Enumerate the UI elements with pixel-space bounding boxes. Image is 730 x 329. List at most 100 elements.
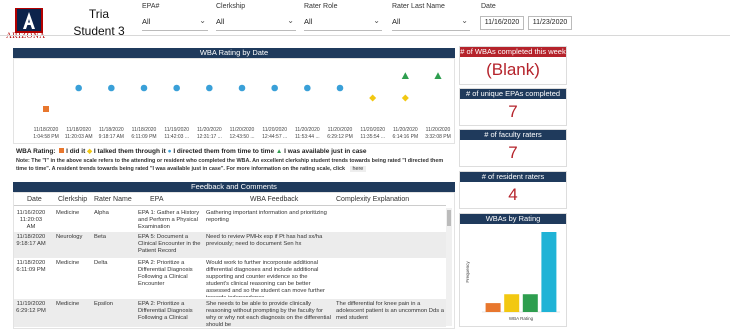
cell-rater: Epsilon	[94, 301, 114, 307]
chart-title: WBA Rating by Date	[13, 48, 455, 58]
col-header: WBA Feedback	[250, 196, 299, 203]
table-row[interactable]: 11/18/2020 9:18:17 AM Neurology Beta EPA…	[14, 232, 446, 258]
x-tick-label: 11:42:03 ...	[164, 134, 189, 140]
x-axis-label: WBA Rating	[509, 316, 534, 321]
date-end-input[interactable]: 11/23/2020	[528, 16, 572, 30]
cell-date: 11/18/2020 9:18:17 AM	[16, 234, 46, 247]
student-first-name: Tria	[88, 7, 110, 21]
bar-chart: WBA Rating Frequency	[465, 232, 560, 321]
kpi-title: # of resident raters	[460, 172, 566, 182]
x-tick-label: 11/20/2020	[360, 127, 385, 133]
data-point-circle	[238, 84, 246, 92]
filter-select[interactable]: All ⌄	[304, 16, 382, 31]
kpi-card-resident-raters: # of resident raters 4	[459, 171, 567, 209]
data-point-circle	[140, 84, 148, 92]
x-tick-label: 1:04:58 PM	[33, 134, 59, 140]
x-tick-label: 11/19/2020	[164, 127, 189, 133]
chevron-down-icon: ⌄	[287, 16, 294, 25]
triangle-icon: ▲	[275, 148, 283, 155]
x-tick-label: 6:14:16 PM	[393, 134, 419, 140]
cell-feedback: She needs to be able to provide clinical…	[206, 301, 331, 327]
header-separator	[14, 205, 446, 206]
data-point-triangle	[401, 72, 409, 79]
data-point-triangle	[434, 72, 442, 79]
cell-date: 11/18/2020 6:11:09 PM	[16, 260, 46, 273]
filter-label: EPA#	[142, 3, 160, 10]
x-tick-label: 11/20/2020	[393, 127, 418, 133]
note-link[interactable]: here	[349, 166, 367, 172]
chevron-down-icon: ⌄	[373, 16, 380, 25]
bar	[522, 294, 538, 312]
feedback-title: Feedback and Comments	[13, 182, 455, 192]
kpi-value: (Blank)	[486, 60, 540, 79]
x-tick-label: 11/18/2020	[66, 127, 91, 133]
x-tick-label: 11/18/2020	[34, 127, 59, 133]
filter-select[interactable]: All ⌄	[142, 16, 208, 31]
data-point-circle	[336, 84, 344, 92]
kpi-card-wbas-week: # of WBAs completed this week (Blank)	[459, 46, 567, 85]
x-tick-label: 11/20/2020	[328, 127, 353, 133]
cell-date: 11/16/2020 11:20:03 AM	[16, 210, 46, 230]
x-tick-label: 11/20/2020	[262, 127, 287, 133]
x-tick-label: 11/20/2020	[426, 127, 451, 133]
cell-epa: EPA 1: Gather a History and Perform a Ph…	[138, 210, 200, 230]
cell-complexity: The differential for knee pain in a adol…	[336, 301, 444, 321]
x-tick-label: 11/20/2020	[197, 127, 222, 133]
x-tick-label: 12:31:17 ...	[197, 134, 222, 140]
cell-rater: Delta	[94, 260, 108, 266]
x-tick-label: 3:32:08 PM	[425, 134, 451, 140]
scatter-chart: 11/18/2020 1:04:58 PM 11/18/2020 11:20:03 A…	[13, 58, 455, 144]
date-filter-label: Date	[481, 3, 496, 10]
date-start-input[interactable]: 11/16/2020	[480, 16, 524, 30]
filter-rater-role[interactable]: Rater Role All ⌄	[304, 3, 382, 33]
kpi-title: # of unique EPAs completed	[460, 89, 566, 99]
cell-clerkship: Medicine	[56, 260, 80, 266]
x-tick-label: 11:35:54 ...	[360, 134, 385, 140]
circle-icon: ●	[167, 148, 172, 155]
filter-rater-last-name[interactable]: Rater Last Name All ⌄	[392, 3, 470, 33]
legend-item-label: I did it	[66, 148, 86, 155]
kpi-card-faculty-raters: # of faculty raters 7	[459, 129, 567, 167]
kpi-title: # of faculty raters	[460, 130, 566, 140]
x-tick-label: 11/18/2020	[132, 127, 157, 133]
filter-clerkship[interactable]: Clerkship All ⌄	[216, 3, 296, 33]
filter-epa[interactable]: EPA# All ⌄	[142, 3, 208, 33]
filter-select[interactable]: All ⌄	[216, 16, 296, 31]
cell-epa: EPA 2: Prioritize a Differential Diagnos…	[138, 260, 193, 287]
diamond-icon: ◆	[87, 148, 93, 155]
data-point-circle	[304, 84, 311, 92]
filter-select[interactable]: All ⌄	[392, 16, 470, 31]
data-point-circle	[206, 84, 213, 92]
data-point-diamond	[401, 94, 409, 102]
col-header: EPA	[150, 196, 164, 203]
cell-clerkship: Neurology	[56, 234, 83, 240]
filter-label: Rater Last Name	[392, 3, 445, 10]
legend-item-label: I was available just in case	[284, 148, 367, 155]
cell-clerkship: Medicine	[56, 301, 80, 307]
cell-feedback: Need to review PMHx esp if Pt has had sx…	[206, 234, 323, 247]
data-point-circle	[173, 84, 180, 92]
chevron-down-icon: ⌄	[461, 16, 468, 25]
bar	[485, 303, 501, 312]
table-row[interactable]: 11/16/2020 11:20:03 AM Medicine Alpha EP…	[14, 208, 446, 232]
data-point-diamond	[369, 94, 377, 102]
table-row[interactable]: 11/19/2020 6:29:12 PM Medicine Epsilon E…	[14, 299, 446, 327]
cell-rater: Alpha	[94, 210, 109, 216]
data-point-circle	[108, 84, 115, 92]
x-tick-label: 12:43:50 ...	[229, 134, 254, 140]
legend-item-label: I directed them from time to time	[173, 148, 275, 155]
table-row[interactable]: 11/18/2020 6:11:09 PM Medicine Delta EPA…	[14, 258, 446, 298]
scrollbar-thumb[interactable]	[447, 210, 451, 226]
legend-prefix: WBA Rating:	[16, 148, 56, 155]
table-scrollbar[interactable]	[446, 208, 452, 326]
col-header: Date	[27, 196, 42, 203]
kpi-value: 7	[508, 102, 518, 121]
kpi-value: 4	[508, 185, 518, 204]
note-text: Note: The "I" in the above scale refers …	[16, 158, 444, 172]
data-point-circle	[271, 84, 278, 92]
bar-chart-title: WBAs by Rating	[460, 214, 566, 224]
cell-feedback: Would work to further incorporate additi…	[206, 260, 325, 297]
bar	[541, 232, 557, 312]
x-tick-label: 11/20/2020	[230, 127, 255, 133]
data-point-square	[43, 106, 49, 112]
